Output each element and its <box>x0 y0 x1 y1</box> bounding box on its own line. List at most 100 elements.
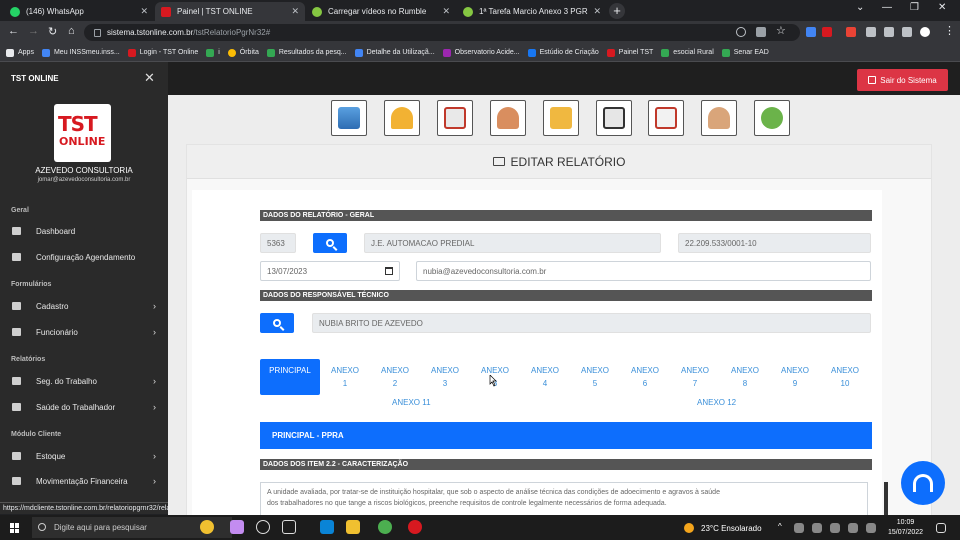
tab-tarefa[interactable]: 1ª Tarefa Marcio Anexo 3 PGR ✕ <box>457 2 607 21</box>
tab-anexo-5[interactable]: ANEXO 5 <box>570 359 620 395</box>
module-physician[interactable] <box>701 100 737 136</box>
weather-text[interactable]: 23°C Ensolarado <box>701 524 762 533</box>
module-medical-report[interactable] <box>437 100 473 136</box>
support-button[interactable] <box>901 461 945 505</box>
bookmark-item[interactable]: Login - TST Online <box>127 48 198 57</box>
sidebar-item-dashboard[interactable]: Dashboard <box>12 224 160 238</box>
responsible-name-field[interactable]: NUBIA BRITO DE AZEVEDO <box>312 313 871 333</box>
textarea-scrollbar[interactable] <box>884 482 888 515</box>
reload-icon[interactable]: ↻ <box>48 25 57 38</box>
forward-icon[interactable]: → <box>28 25 39 37</box>
tab-anexo-4[interactable]: ANEXO 4 <box>520 359 570 395</box>
close-icon[interactable]: ✕ <box>442 6 450 17</box>
module-helmet[interactable] <box>384 100 420 136</box>
reading-list-icon[interactable] <box>902 27 912 37</box>
close-icon[interactable]: ✕ <box>144 70 155 86</box>
chevron-down-icon[interactable]: ⌄ <box>856 2 864 13</box>
home-icon[interactable]: ⌂ <box>68 25 75 37</box>
sidebar-item-cadastro[interactable]: Cadastro › <box>12 299 160 313</box>
language-icon[interactable] <box>866 523 876 533</box>
close-icon[interactable]: ✕ <box>291 6 299 17</box>
back-icon[interactable]: ← <box>8 25 19 37</box>
bookmark-item[interactable]: Detalhe da Utilizaçã... <box>354 48 435 57</box>
bookmark-item[interactable]: i <box>206 48 220 57</box>
tab-anexo-6[interactable]: ANEXO 6 <box>620 359 670 395</box>
bookmark-item[interactable]: Órbita <box>227 48 259 57</box>
bookmark-item[interactable]: Meu INSSmeu.inss... <box>41 48 120 57</box>
restore-icon[interactable]: ❐ <box>910 2 919 13</box>
bookmark-item[interactable]: Painel TST <box>606 48 653 57</box>
tab-anexo-9[interactable]: ANEXO 9 <box>770 359 820 395</box>
module-hands-plant[interactable] <box>754 100 790 136</box>
module-clipboard[interactable] <box>596 100 632 136</box>
volume-icon[interactable] <box>848 523 858 533</box>
taskbar-clock[interactable]: 10:09 15/07/2022 <box>888 518 923 538</box>
bookmark-item[interactable]: Senar EAD <box>721 48 769 57</box>
extension-icon[interactable] <box>846 27 856 37</box>
app-icon[interactable] <box>230 520 244 534</box>
address-bar[interactable]: sistema.tstonline.com.br/tstRelatorioPgr… <box>84 24 800 41</box>
search-company-button[interactable] <box>313 233 347 253</box>
star-icon[interactable]: ☆ <box>776 24 786 37</box>
email-field[interactable]: nubia@azevedoconsultoria.com.br <box>416 261 871 281</box>
tray-icon[interactable] <box>812 523 822 533</box>
extension-icon[interactable] <box>822 27 832 37</box>
search-responsible-button[interactable] <box>260 313 294 333</box>
tab-painel-tst[interactable]: Painel | TST ONLINE ✕ <box>155 2 305 21</box>
bookmark-item[interactable]: esocial Rural <box>661 48 714 57</box>
new-tab-button[interactable]: + <box>609 3 625 19</box>
tray-chevron-icon[interactable]: ^ <box>778 522 782 531</box>
module-building[interactable] <box>331 100 367 136</box>
bookmark-item[interactable]: Estúdio de Criação <box>527 48 599 57</box>
description-textarea[interactable]: A unidade avaliada, por tratar-se de ins… <box>260 482 868 515</box>
tab-whatsapp[interactable]: (146) WhatsApp ✕ <box>4 2 154 21</box>
sidebar-item-configuracao[interactable]: Configuração Agendamento <box>12 250 160 264</box>
notifications-icon[interactable] <box>936 523 946 533</box>
close-icon[interactable]: ✕ <box>140 6 148 17</box>
windows-start-icon[interactable] <box>10 523 20 533</box>
avatar[interactable] <box>920 27 930 37</box>
minimize-icon[interactable]: — <box>882 2 892 13</box>
tab-principal[interactable]: PRINCIPAL <box>260 359 320 395</box>
close-icon[interactable]: ✕ <box>593 6 601 17</box>
tab-anexo-2[interactable]: ANEXO 2 <box>370 359 420 395</box>
cnpj-field[interactable]: 22.209.533/0001-10 <box>678 233 871 253</box>
extension-icon[interactable] <box>806 27 816 37</box>
tab-rumble[interactable]: Carregar vídeos no Rumble ✕ <box>306 2 456 21</box>
sidebar-item-estoque[interactable]: Estoque › <box>12 449 160 463</box>
sidebar-item-seg-trabalho[interactable]: Seg. do Trabalho › <box>12 374 160 388</box>
module-doctor[interactable] <box>490 100 526 136</box>
calendar-icon[interactable] <box>385 267 393 275</box>
share-icon[interactable] <box>756 27 766 37</box>
date-field[interactable]: 13/07/2023 <box>260 261 400 281</box>
bookmark-item[interactable]: Apps <box>6 48 34 57</box>
tab-anexo-1[interactable]: ANEXO 1 <box>320 359 370 395</box>
tab-anexo-10[interactable]: ANEXO 10 <box>820 359 870 395</box>
bookmark-item[interactable]: Observatorio Acide... <box>442 48 520 57</box>
sidebar-item-funcionario[interactable]: Funcionário › <box>12 325 160 339</box>
puzzle-icon[interactable] <box>884 27 894 37</box>
task-view-icon[interactable] <box>256 520 270 534</box>
tab-anexo-12[interactable]: ANEXO 12 <box>697 398 736 407</box>
company-name-field[interactable]: J.E. AUTOMACAO PREDIAL <box>364 233 661 253</box>
menu-icon[interactable]: ⋮ <box>944 24 955 37</box>
module-folder-search[interactable] <box>543 100 579 136</box>
window-close-icon[interactable]: ✕ <box>938 2 946 13</box>
chrome-icon[interactable] <box>378 520 392 534</box>
edge-icon[interactable] <box>320 520 334 534</box>
bookmark-item[interactable]: Resultados da pesq... <box>266 48 347 57</box>
task-view-icon[interactable] <box>282 520 296 534</box>
network-icon[interactable] <box>830 523 840 533</box>
search-icon[interactable] <box>736 27 746 37</box>
cortana-icon[interactable] <box>200 520 214 534</box>
tab-anexo-11[interactable]: ANEXO 11 <box>392 398 431 407</box>
logout-button[interactable]: Sair do Sistema <box>857 69 948 91</box>
tab-anexo-3[interactable]: ANEXO 3 <box>420 359 470 395</box>
app-icon[interactable] <box>408 520 422 534</box>
tray-icon[interactable] <box>794 523 804 533</box>
module-clipboard-plus[interactable] <box>648 100 684 136</box>
extension-icon[interactable] <box>866 27 876 37</box>
tab-anexo-8[interactable]: ANEXO 8 <box>720 359 770 395</box>
tab-anexo-7[interactable]: ANEXO 7 <box>670 359 720 395</box>
sidebar-item-saude-trabalhador[interactable]: Saúde do Trabalhador › <box>12 400 160 414</box>
